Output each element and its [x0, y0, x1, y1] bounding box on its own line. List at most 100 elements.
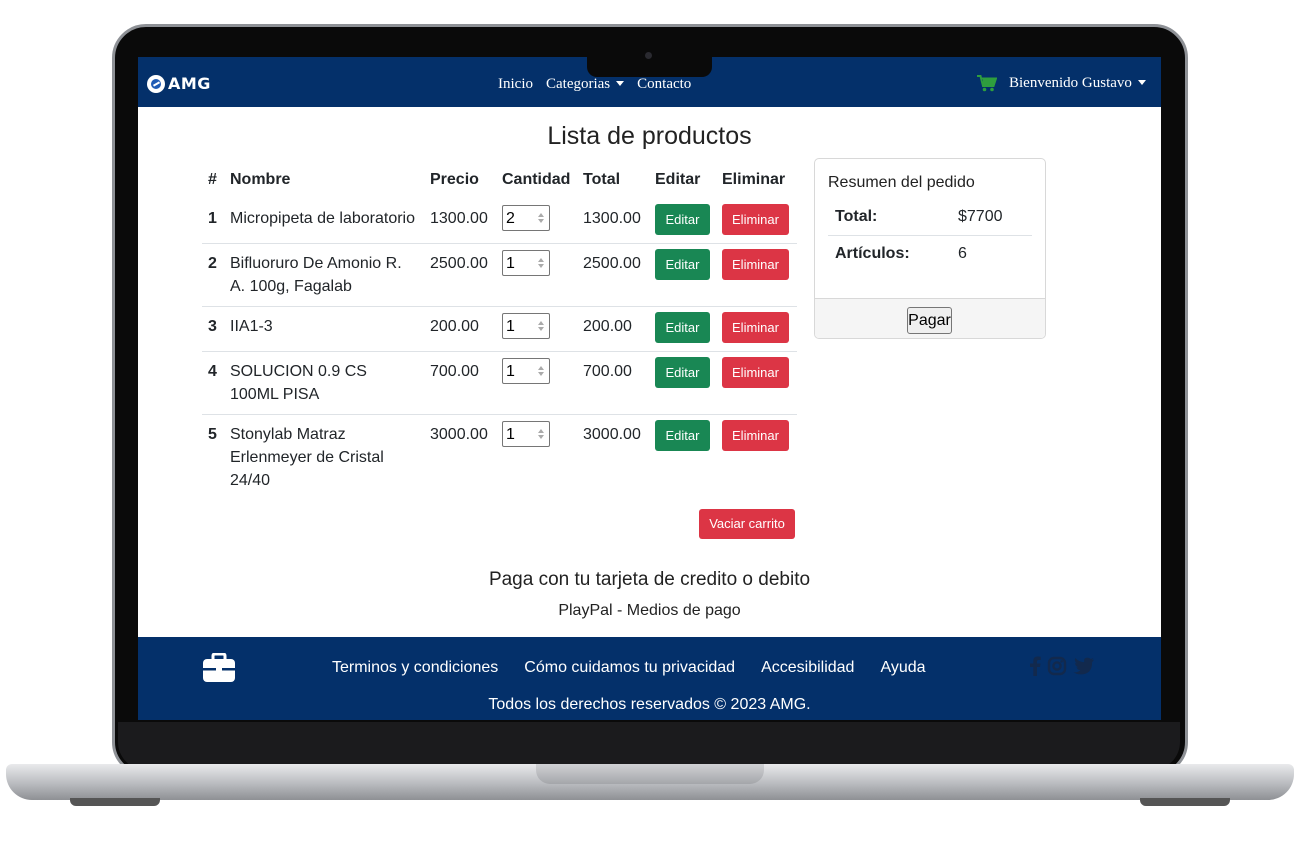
- row-price: 1300.00: [430, 210, 488, 227]
- row-num: 4: [202, 351, 224, 415]
- header-num: #: [208, 171, 217, 188]
- payment-subtext: PlayPal - Medios de pago: [558, 602, 741, 619]
- twitter-icon[interactable]: [1073, 657, 1095, 676]
- header-nombre: Nombre: [230, 171, 291, 188]
- user-greeting[interactable]: Bienvenido Gustavo: [1009, 75, 1146, 92]
- quantity-stepper[interactable]: 1: [502, 358, 550, 384]
- products-table: # Nombre Precio Cantidad Total Editar El…: [202, 165, 797, 492]
- row-delete-cell: Eliminar: [716, 243, 797, 307]
- row-edit-cell: Editar: [649, 414, 716, 492]
- table-row: 1 Micropipeta de laboratorio 1300.00 2 1…: [202, 199, 797, 244]
- row-edit-cell: Editar: [649, 243, 716, 307]
- quantity-value: 1: [506, 317, 515, 335]
- quantity-value: 1: [506, 254, 515, 272]
- user-menu[interactable]: Bienvenido Gustavo: [977, 75, 1146, 92]
- copyright-text: Todos los derechos reservados © 2023 AMG…: [488, 696, 811, 713]
- delete-button[interactable]: Eliminar: [722, 204, 789, 235]
- nav-links: Inicio Categorias Contacto: [498, 76, 691, 93]
- edit-button[interactable]: Editar: [655, 312, 710, 343]
- row-delete-cell: Eliminar: [716, 351, 797, 415]
- row-price: 700.00: [424, 351, 496, 415]
- quantity-value: 1: [506, 362, 515, 380]
- row-qty-cell: 2: [496, 199, 577, 244]
- laptop-foot-left: [70, 798, 160, 806]
- brand-name: AMG: [168, 74, 211, 93]
- laptop-base-notch: [536, 764, 764, 784]
- row-total: 700.00: [577, 351, 649, 415]
- brand-link[interactable]: AMG: [147, 74, 211, 93]
- row-num: 3: [202, 306, 224, 352]
- row-price: 3000.00: [424, 414, 496, 492]
- nav-link-contacto[interactable]: Contacto: [637, 76, 691, 93]
- row-name: Bifluoruro De Amonio R. A. 100g, Fagalab: [224, 243, 424, 307]
- row-edit-cell: Editar: [649, 306, 716, 352]
- briefcase-icon: [203, 653, 235, 682]
- summary-total-value: $7700: [958, 208, 1003, 225]
- row-num: 5: [202, 414, 224, 492]
- spinner-arrows-icon[interactable]: [535, 316, 547, 336]
- row-name: Micropipeta de laboratorio: [230, 210, 415, 227]
- row-total: 200.00: [577, 306, 649, 352]
- spinner-arrows-icon[interactable]: [535, 208, 547, 228]
- delete-button[interactable]: Eliminar: [722, 249, 789, 280]
- globe-logo-icon: [147, 74, 165, 93]
- quantity-stepper[interactable]: 1: [502, 250, 550, 276]
- row-qty-cell: 1: [496, 351, 577, 415]
- spinner-arrows-icon[interactable]: [535, 253, 547, 273]
- instagram-icon[interactable]: [1047, 656, 1067, 676]
- quantity-stepper[interactable]: 1: [502, 313, 550, 339]
- edit-button[interactable]: Editar: [655, 357, 710, 388]
- row-name: SOLUCION 0.9 CS 100ML PISA: [224, 351, 424, 415]
- summary-footer: Pagar: [815, 298, 1045, 338]
- row-num: 1: [208, 210, 217, 227]
- quantity-stepper[interactable]: 2: [502, 205, 550, 231]
- row-price: 200.00: [424, 306, 496, 352]
- nav-link-inicio[interactable]: Inicio: [498, 76, 533, 93]
- header-eliminar: Eliminar: [722, 171, 786, 188]
- row-qty-cell: 1: [496, 414, 577, 492]
- summary-total-label: Total:: [835, 208, 878, 225]
- spinner-arrows-icon[interactable]: [535, 424, 547, 444]
- row-delete-cell: Eliminar: [716, 414, 797, 492]
- row-name: Stonylab Matraz Erlenmeyer de Cristal 24…: [224, 414, 424, 492]
- page-title: Lista de productos: [547, 122, 752, 150]
- footer: Terminos y condiciones Cómo cuidamos tu …: [138, 637, 1161, 720]
- header-precio: Precio: [430, 171, 479, 188]
- summary-divider: [828, 235, 1032, 236]
- footer-link-terms[interactable]: Terminos y condiciones: [332, 659, 498, 677]
- empty-cart-button[interactable]: Vaciar carrito: [699, 509, 795, 539]
- row-delete-cell: Eliminar: [716, 199, 797, 244]
- edit-button[interactable]: Editar: [655, 420, 710, 451]
- camera-notch: [587, 57, 712, 77]
- row-qty-cell: 1: [496, 306, 577, 352]
- table-row: 4 SOLUCION 0.9 CS 100ML PISA 700.00 1 70…: [202, 351, 797, 415]
- spinner-arrows-icon[interactable]: [535, 361, 547, 381]
- delete-button[interactable]: Eliminar: [722, 312, 789, 343]
- order-summary-card: Resumen del pedido Total: $7700 Artículo…: [814, 158, 1046, 339]
- footer-link-accessibility[interactable]: Accesibilidad: [761, 659, 854, 677]
- summary-items-label: Artículos:: [835, 245, 910, 262]
- delete-button[interactable]: Eliminar: [722, 357, 789, 388]
- header-total: Total: [583, 171, 621, 188]
- delete-button[interactable]: Eliminar: [722, 420, 789, 451]
- edit-button[interactable]: Editar: [655, 204, 710, 235]
- shopping-cart-icon[interactable]: [977, 75, 997, 92]
- camera-icon: [645, 52, 652, 59]
- nav-link-categorias-label: Categorias: [546, 76, 611, 92]
- nav-link-categorias[interactable]: Categorias: [546, 76, 625, 93]
- screen: AMG Inicio Categorias Contacto Bienvenid…: [138, 57, 1161, 720]
- chevron-down-icon: [616, 81, 625, 86]
- footer-links: Terminos y condiciones Cómo cuidamos tu …: [332, 659, 926, 677]
- summary-title: Resumen del pedido: [828, 174, 975, 191]
- quantity-stepper[interactable]: 1: [502, 421, 550, 447]
- facebook-icon[interactable]: [1029, 656, 1041, 676]
- row-total: 1300.00: [583, 210, 641, 227]
- footer-link-help[interactable]: Ayuda: [880, 659, 925, 677]
- footer-link-privacy[interactable]: Cómo cuidamos tu privacidad: [524, 659, 735, 677]
- pay-button[interactable]: Pagar: [907, 307, 952, 334]
- edit-button[interactable]: Editar: [655, 249, 710, 280]
- quantity-value: 1: [506, 425, 515, 443]
- table-row: 5 Stonylab Matraz Erlenmeyer de Cristal …: [202, 414, 797, 492]
- table-row: 2 Bifluoruro De Amonio R. A. 100g, Fagal…: [202, 243, 797, 307]
- row-num: 2: [202, 243, 224, 307]
